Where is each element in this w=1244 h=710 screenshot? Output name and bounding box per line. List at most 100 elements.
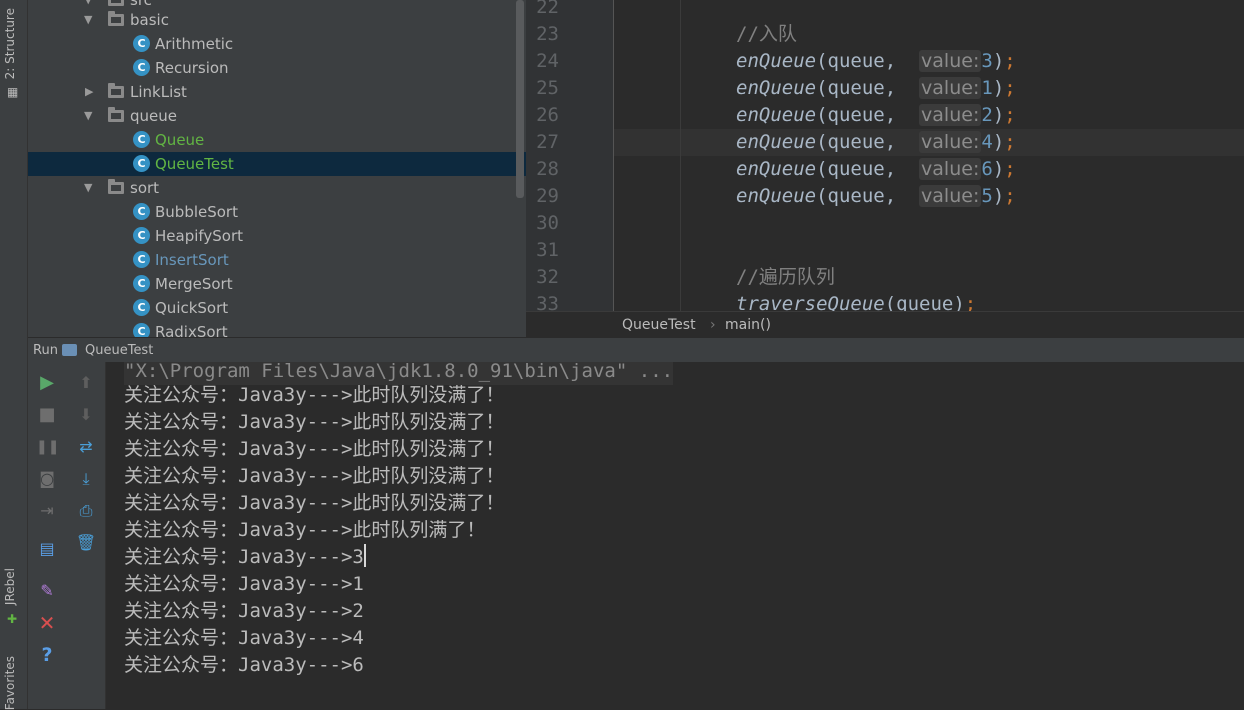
run-panel-header: Run QueueTest <box>28 337 1244 363</box>
chevron-down-icon[interactable]: ▼ <box>84 104 94 128</box>
code-line[interactable]: enQueue(queue, value: 2); <box>736 102 1016 129</box>
tree-row-queuetest[interactable]: QueueTest <box>28 152 526 176</box>
tree-row-queue-class[interactable]: Queue <box>28 128 526 152</box>
chevron-right-icon[interactable]: ▶ <box>85 80 95 104</box>
rerun-icon[interactable]: ▶ <box>36 372 58 394</box>
scroll-to-end-icon[interactable]: ⤓ <box>75 468 97 490</box>
code-line[interactable]: enQueue(queue, value: 4); <box>736 129 1016 156</box>
code-number: 6 <box>981 158 993 180</box>
line-number: 27 <box>536 131 559 153</box>
code-line[interactable]: enQueue(queue, value: 3); <box>736 48 1016 75</box>
folder-icon <box>108 0 124 6</box>
breadcrumb: QueueTest › main() <box>526 311 1244 338</box>
tree-label: basic <box>130 11 169 29</box>
chevron-down-icon[interactable]: ▼ <box>84 8 94 32</box>
tree-label: Queue <box>155 131 205 149</box>
method-call: traverseQueue <box>736 293 885 311</box>
tree-row-queue[interactable]: ▼ queue <box>28 104 526 128</box>
method-call: enQueue <box>736 185 817 207</box>
method-call: enQueue <box>736 158 817 180</box>
code-paren: ) <box>992 104 1005 126</box>
tree-row-recursion[interactable]: Recursion <box>28 56 526 80</box>
code-comment: //遍历队列 <box>736 266 835 288</box>
layout-icon[interactable]: ▤ <box>36 538 58 560</box>
jrebel-tab[interactable]: JRebel <box>3 568 17 605</box>
tree-scrollbar[interactable] <box>516 0 524 198</box>
breadcrumb-method[interactable]: main() <box>725 312 771 338</box>
breadcrumb-class[interactable]: QueueTest <box>622 312 696 338</box>
code-editor[interactable]: //入队 enQueue(queue, value: 3); enQueue(qu… <box>614 0 1244 311</box>
code-line[interactable]: //遍历队列 <box>736 264 835 291</box>
console-line: 关注公众号：Java3y--->此时队列没满了！ <box>124 492 505 514</box>
soft-wrap-icon[interactable]: ⇄ <box>75 436 97 458</box>
folder-icon <box>108 107 124 122</box>
tree-row-basic[interactable]: ▼ basic <box>28 8 526 32</box>
breadcrumb-separator: › <box>710 317 716 333</box>
help-icon[interactable]: ? <box>36 644 58 666</box>
run-panel-title[interactable]: Run <box>33 338 58 363</box>
left-tool-strip: 2: Structure ▦ JRebel ✚ Favorites <box>0 0 28 710</box>
tree-row-bubblesort[interactable]: BubbleSort <box>28 200 526 224</box>
parameter-hint: value: <box>919 185 982 207</box>
line-number: 24 <box>536 50 559 72</box>
favorites-tab[interactable]: Favorites <box>3 656 17 710</box>
pin-icon[interactable]: ✎ <box>36 580 58 602</box>
tree-row-arithmetic[interactable]: Arithmetic <box>28 32 526 56</box>
structure-icon[interactable]: ▦ <box>7 86 20 99</box>
tree-row-quicksort[interactable]: QuickSort <box>28 296 526 320</box>
run-config-tab[interactable]: QueueTest <box>85 338 153 363</box>
code-paren: ) <box>992 77 1005 99</box>
console-line: 关注公众号：Java3y--->2 <box>124 600 364 622</box>
method-call: enQueue <box>736 50 817 72</box>
tree-row-mergesort[interactable]: MergeSort <box>28 272 526 296</box>
tree-label: BubbleSort <box>155 203 238 221</box>
print-icon[interactable]: ⎙ <box>75 500 97 522</box>
line-number: 22 <box>536 0 559 18</box>
parameter-hint: value: <box>919 158 982 180</box>
code-line[interactable]: enQueue(queue, value: 6); <box>736 156 1016 183</box>
arrow-down-icon[interactable]: ⬇ <box>75 404 97 426</box>
console-output[interactable]: "X:\Program Files\Java\jdk1.8.0_91\bin\j… <box>106 362 1244 709</box>
tree-row-sort[interactable]: ▼ sort <box>28 176 526 200</box>
code-line[interactable]: enQueue(queue, value: 1); <box>736 75 1016 102</box>
console-line: 关注公众号：Java3y--->此时队列没满了！ <box>124 384 505 406</box>
console-line: 关注公众号：Java3y--->此时队列满了！ <box>124 519 486 541</box>
console-line: 关注公众号：Java3y--->此时队列没满了！ <box>124 465 505 487</box>
code-semicolon: ; <box>1004 185 1016 207</box>
exit-icon[interactable]: ⇥ <box>36 500 58 522</box>
camera-icon[interactable]: ◙ <box>36 468 58 490</box>
code-semicolon: ; <box>1004 104 1016 126</box>
tree-label: Arithmetic <box>155 35 234 53</box>
tree-label: sort <box>130 179 160 197</box>
tree-label: InsertSort <box>155 251 229 269</box>
code-semicolon: ; <box>1004 77 1016 99</box>
jrebel-icon[interactable]: ✚ <box>7 612 21 626</box>
tree-label: HeapifySort <box>155 227 244 245</box>
tree-row-heapifysort[interactable]: HeapifySort <box>28 224 526 248</box>
code-paren: ) <box>992 131 1005 153</box>
tree-label: RadixSort <box>155 323 228 337</box>
pause-icon[interactable]: ❚❚ <box>36 436 59 458</box>
parameter-hint: value: <box>919 77 982 99</box>
chevron-down-icon[interactable]: ▼ <box>84 176 94 200</box>
java-class-icon <box>133 59 150 76</box>
trash-icon[interactable]: 🗑 <box>75 532 97 554</box>
structure-tab[interactable]: 2: Structure <box>3 8 17 79</box>
folder-icon <box>108 179 124 194</box>
code-line[interactable]: enQueue(queue, value: 5); <box>736 183 1016 210</box>
method-call: enQueue <box>736 77 817 99</box>
code-line[interactable]: //入队 <box>736 21 797 48</box>
tree-row-insertsort[interactable]: InsertSort <box>28 248 526 272</box>
code-args: (queue, <box>816 185 908 207</box>
code-number: 3 <box>981 50 993 72</box>
folder-icon <box>108 11 124 26</box>
code-line[interactable]: traverseQueue(queue); <box>736 291 976 311</box>
java-class-icon <box>133 251 150 268</box>
close-icon[interactable]: ✕ <box>36 612 58 634</box>
stop-icon[interactable]: ■ <box>36 404 58 426</box>
tree-row-linklist[interactable]: ▶ LinkList <box>28 80 526 104</box>
tree-row-radixsort[interactable]: RadixSort <box>28 320 526 337</box>
arrow-up-icon[interactable]: ⬆ <box>75 372 97 394</box>
project-tree: ▼ src ▼ basic Arithmetic Recursion ▶ Lin… <box>28 0 526 337</box>
code-number: 5 <box>981 185 993 207</box>
